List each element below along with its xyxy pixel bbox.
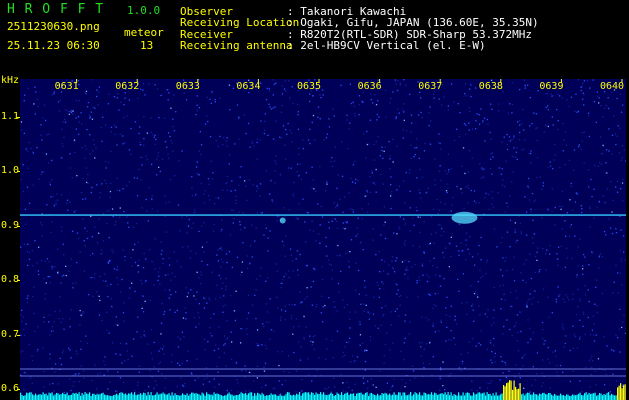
app-title: H R O F F T (7, 2, 105, 17)
meteor-count: 13 (140, 39, 154, 52)
x-tick-label: 0639 (539, 81, 564, 92)
filename: 2511230630.png (7, 20, 100, 33)
y-tick-mark (17, 389, 20, 391)
y-tick-mark (17, 334, 20, 336)
y-unit-label: kHz (1, 75, 20, 86)
y-tick-mark (17, 225, 20, 227)
meteor-echo-0638 (451, 211, 478, 224)
x-tick-label: 0636 (357, 81, 382, 92)
x-tick-label: 0635 (297, 81, 322, 92)
x-tick-label: 0631 (54, 81, 79, 92)
y-tick-mark (17, 117, 20, 119)
info-label-antenna: Receiving antenna (180, 39, 293, 52)
y-tick-mark (17, 280, 20, 282)
datetime: 25.11.23 06:30 (7, 39, 100, 52)
x-tick-label: 0638 (478, 81, 503, 92)
x-tick-label: 0637 (418, 81, 443, 92)
spectrogram-plot (20, 79, 626, 400)
noise-level-bars (20, 380, 626, 400)
app-version: 1.0.0 (127, 4, 161, 17)
meteor-echo-0635 (279, 217, 286, 224)
info-value-antenna: : 2el-HB9CV Vertical (el. E-W) (287, 39, 486, 52)
x-tick-label: 0633 (175, 81, 200, 92)
x-tick-label: 0640 (600, 81, 625, 92)
y-tick-mark (17, 171, 20, 173)
spectrogram-window: H R O F F T 1.0.0 2511230630.png meteor … (0, 0, 629, 400)
noise-speckle (20, 79, 626, 400)
x-tick-label: 0632 (115, 81, 140, 92)
x-tick-label: 0634 (236, 81, 261, 92)
meteor-label: meteor (124, 26, 164, 39)
spectrogram-svg (20, 79, 626, 400)
